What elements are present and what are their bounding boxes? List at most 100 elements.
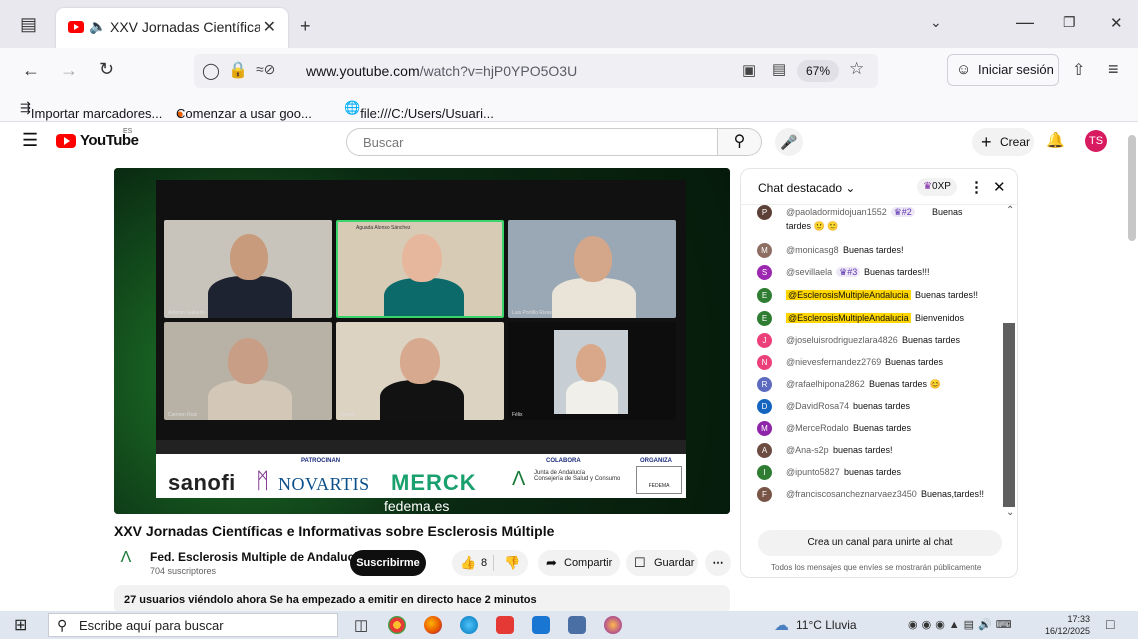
reload-icon[interactable]: ↻ [99,59,114,80]
create-button[interactable]: + Crear [972,128,1034,156]
lock-icon[interactable]: 🔒 [228,60,248,80]
firefox-icon[interactable] [424,616,442,634]
xp-badge[interactable]: ♛0XP [917,178,957,196]
search-button[interactable]: ⚲ [718,128,762,156]
permissions-icon[interactable]: ≈⊘ [256,61,275,78]
file-explorer-icon[interactable] [532,616,550,634]
back-icon[interactable]: ← [22,60,40,81]
chat-author-avatar[interactable]: J [757,333,772,348]
chat-author-avatar[interactable]: S [757,265,772,280]
search-input[interactable]: Buscar [346,128,718,156]
menu-icon[interactable]: ≡ [1108,59,1119,80]
chat-author-avatar[interactable]: E [757,288,772,303]
video-player[interactable]: Antonio Gallardo Aguada Alonso Sánchez L… [114,168,730,514]
bookmark-star-icon[interactable]: ☆ [849,59,864,79]
chat-author-avatar[interactable]: I [757,465,772,480]
chat-author-name[interactable]: @ipunto5827 [786,467,840,477]
chat-author-avatar[interactable]: E [757,311,772,326]
chevron-down-icon[interactable]: ⌄ [1006,507,1014,518]
channel-name[interactable]: Fed. Esclerosis Multiple de Andalucia [150,550,364,564]
shield-icon[interactable]: ◯ [202,61,220,81]
weather-status[interactable]: 11°C Lluvia [796,618,857,632]
chat-author-avatar[interactable]: A [757,443,772,458]
save-button[interactable]: ☐ Guardar [626,550,698,576]
chat-author-name[interactable]: @DavidRosa74 [786,401,849,411]
taskbar-clock[interactable]: 17:33 16/12/2025 [1044,613,1090,637]
photos-app-icon[interactable] [604,616,622,634]
page-scrollbar[interactable] [1128,135,1136,241]
chevron-up-icon[interactable]: ⌃ [1006,205,1014,216]
subscribe-button[interactable]: Suscribirme [350,550,426,576]
like-button[interactable]: 👍 [460,550,476,576]
chat-author-avatar[interactable]: F [757,487,772,502]
chat-author-name[interactable]: @EsclerosisMultipleAndalucia [786,313,911,323]
weather-cloud-icon[interactable]: ☁ [774,616,789,634]
windows-start-icon[interactable]: ⊞ [14,615,27,635]
chat-author-name[interactable]: @nievesfernandez2769 [786,357,881,367]
chat-author-avatar[interactable]: R [757,377,772,392]
user-avatar[interactable]: TS [1085,130,1107,152]
forward-icon[interactable]: → [60,60,78,81]
chat-message-text: Buenas tardes 😊 [869,379,941,389]
chevron-down-icon[interactable]: ⌄ [930,14,942,31]
youtube-header: ☰ YouTube ES Buscar ⚲ 🎤 + Crear 🔔 TS [0,122,1124,160]
video-title: XXV Jornadas Científicas e Informativas … [114,523,555,539]
account-icon: ☺ [956,61,972,78]
close-chat-icon[interactable]: ✕ [993,178,1006,196]
chat-more-icon[interactable]: ⋮ [969,178,984,196]
bookmark-file[interactable]: 🌐 file:///C:/Users/Usuari... [344,100,494,121]
save-playlist-icon: ☐ [634,555,646,570]
chat-author-name[interactable]: @sevillaela ♛#3 [786,267,861,278]
novartis-logo: NOVARTIS [278,474,370,494]
close-window-icon[interactable]: ✕ [1110,14,1123,32]
new-tab-icon[interactable]: + [300,16,311,37]
voice-search-button[interactable]: 🎤 [775,128,803,156]
reader-view-icon[interactable]: ▣ [742,61,756,79]
share-icon[interactable]: ⇧ [1072,60,1085,80]
chat-author-name[interactable]: @joseluisrodriguezlara4826 [786,335,898,345]
browser-tab-active[interactable]: 🔈 XXV Jornadas Científicas e I ✕ [56,8,288,48]
tray-icons[interactable]: ◉◉◉▲▤🔊⌨ [908,618,1016,631]
chat-author-avatar[interactable]: M [757,421,772,436]
channel-logo-icon[interactable]: Λ [114,549,138,571]
edge-icon[interactable] [460,616,478,634]
speaker-icon[interactable]: 🔈 [89,18,106,35]
notifications-bell-icon[interactable]: 🔔 [1046,131,1065,149]
chat-author-name[interactable]: @MerceRodalo [786,423,849,433]
pocket-icon[interactable]: ▤ [772,60,786,78]
chat-author-avatar[interactable]: P [757,205,772,220]
more-actions-icon[interactable]: ⋯ [705,550,731,576]
chrome-icon[interactable] [388,616,406,634]
chat-author-avatar[interactable]: M [757,243,772,258]
chat-author-name[interactable]: @Ana-s2p [786,445,829,455]
close-tab-icon[interactable]: ✕ [263,17,276,37]
chat-author-name[interactable]: @monicasg8 [786,245,839,255]
taskbar-search-input[interactable]: ⚲ Escribe aquí para buscar [48,613,338,637]
task-view-icon[interactable]: ◫ [354,616,368,634]
url-text[interactable]: www.youtube.com/watch?v=hjP0YPO5O3U [306,63,577,79]
chat-author-name[interactable]: @EsclerosisMultipleAndalucia [786,290,911,300]
minimize-icon[interactable]: — [1016,12,1034,33]
chat-author-avatar[interactable]: N [757,355,772,370]
address-bar[interactable]: ◯ 🔒 ≈⊘ www.youtube.com/watch?v=hjP0YPO5O… [194,54,878,88]
tab-list-icon[interactable]: ▤ [20,14,37,35]
youtube-logo-icon[interactable] [56,134,76,148]
notes-app-icon[interactable] [568,616,586,634]
chat-author-name[interactable]: @rafaelhipona2862 [786,379,865,389]
microphone-icon: 🎤 [780,134,798,150]
create-channel-button[interactable]: Crea un canal para unirte al chat [758,530,1002,556]
notifications-icon[interactable]: □ [1106,616,1114,632]
hamburger-menu-icon[interactable]: ☰ [22,130,38,151]
chat-author-name[interactable]: @franciscosancheznarvaez3450 [786,489,917,499]
zoom-level[interactable]: 67% [797,60,839,82]
youtube-app-icon[interactable] [496,616,514,634]
dislike-button[interactable]: 👎 [504,550,520,576]
chat-mode-dropdown[interactable]: Chat destacado ⌄ [758,181,855,195]
chat-author-name[interactable]: @paoladormidojuan1552 ♛#2 [786,207,915,218]
bookmark-import[interactable]: ⇶ Importar marcadores... [20,100,162,121]
restore-icon[interactable]: ❐ [1063,14,1076,31]
signin-button[interactable]: ☺ Iniciar sesión [947,54,1059,86]
chat-scrollbar[interactable] [1003,323,1015,507]
chat-author-avatar[interactable]: D [757,399,772,414]
share-button[interactable]: ➦ Compartir [538,550,620,576]
